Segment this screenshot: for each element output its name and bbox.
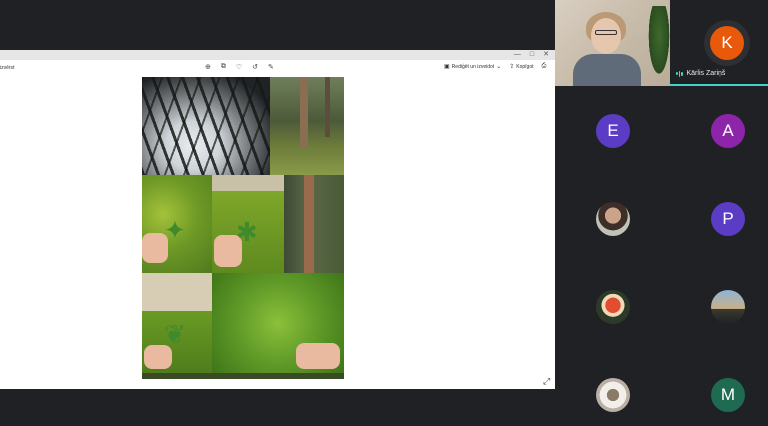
participant-photo-avatar[interactable] — [711, 290, 745, 324]
edit-create-icon: ▣ — [444, 64, 450, 70]
window-titlebar: — □ ✕ — [0, 50, 555, 60]
edit-icon[interactable]: ✎ — [268, 63, 274, 71]
toolbar-icon-group: ⊕ ⧉ ♡ ↺ ✎ — [205, 63, 274, 71]
shared-screen: — □ ✕ izvērst ⊕ ⧉ ♡ ↺ ✎ ▣ Rediģēt un izv… — [0, 50, 559, 389]
participant-avatar-m[interactable]: M — [711, 378, 745, 412]
participant-avatar-p[interactable]: P — [711, 202, 745, 236]
participant-initial: A — [722, 121, 734, 140]
photo-toolbar: izvērst ⊕ ⧉ ♡ ↺ ✎ ▣ Rediģēt un izveidot … — [0, 60, 559, 76]
background-plant — [647, 6, 670, 80]
person-body — [573, 54, 641, 86]
speaker-initial: K — [721, 33, 733, 52]
rotate-icon[interactable]: ↺ — [252, 63, 258, 71]
active-speaker-indicator — [670, 84, 768, 86]
speaker-avatar: K — [710, 26, 744, 60]
expand-label[interactable]: izvērst — [0, 65, 14, 71]
photo-sticks-leaf: ❦ — [142, 273, 212, 373]
print-icon: ⎙ — [541, 63, 547, 69]
participant-initial: P — [722, 209, 734, 228]
toolbar-right: ▣ Rediģēt un izveidot ⌄ ⇪ Kopīgot ⎙ ⋯ — [444, 63, 559, 70]
self-video-tile[interactable] — [555, 0, 670, 86]
photo-hand-leaf: ✦ — [142, 175, 212, 273]
photo-tree-trunk — [284, 175, 344, 273]
share-label: Kopīgot — [516, 63, 534, 70]
crop-icon[interactable]: ⧉ — [221, 63, 226, 71]
share-button[interactable]: ⇪ Kopīgot — [509, 63, 534, 71]
person-head — [591, 18, 621, 54]
edit-create-label: Rediģēt un izveidot — [451, 63, 495, 70]
leaf-icon: ✦ — [164, 215, 186, 245]
participant-photo-avatar[interactable] — [596, 378, 630, 412]
close-button[interactable]: ✕ — [543, 50, 549, 60]
zoom-in-icon[interactable]: ⊕ — [205, 63, 211, 71]
print-button[interactable]: ⎙ — [542, 63, 547, 70]
collage-bottom-strip — [142, 373, 344, 379]
photo-collage: ✦ ✱ ❦ — [142, 77, 344, 379]
share-icon: ⇪ — [509, 64, 515, 70]
participant-avatar-a[interactable]: A — [711, 114, 745, 148]
maximize-button[interactable]: □ — [530, 50, 534, 60]
leaf-icon: ✱ — [236, 217, 258, 247]
participant-photo-avatar[interactable] — [596, 290, 630, 324]
minimize-button[interactable]: — — [514, 50, 521, 60]
heart-icon[interactable]: ♡ — [236, 63, 242, 71]
person-glasses — [595, 30, 617, 35]
photo-ground-cover — [212, 273, 344, 373]
fullscreen-icon[interactable]: ⤢ — [543, 376, 550, 387]
photo-tree-canopy — [142, 77, 270, 175]
hand-shape — [296, 343, 340, 369]
participant-initial: M — [720, 385, 736, 404]
speaker-name: Kārlis Zariņš — [686, 70, 726, 77]
participant-avatar-e[interactable]: E — [596, 114, 630, 148]
photo-forest-path — [270, 77, 344, 175]
edit-create-button[interactable]: ▣ Rediģēt un izveidot ⌄ — [444, 63, 502, 71]
speaking-indicator-icon — [676, 70, 683, 77]
participant-initial: E — [607, 121, 619, 140]
photo-hand-fern: ✱ — [212, 175, 284, 273]
speaker-name-row: Kārlis Zariņš — [676, 70, 725, 77]
leaf-icon: ❦ — [164, 319, 186, 349]
chevron-down-icon: ⌄ — [496, 64, 502, 70]
participant-photo-avatar[interactable] — [596, 202, 630, 236]
